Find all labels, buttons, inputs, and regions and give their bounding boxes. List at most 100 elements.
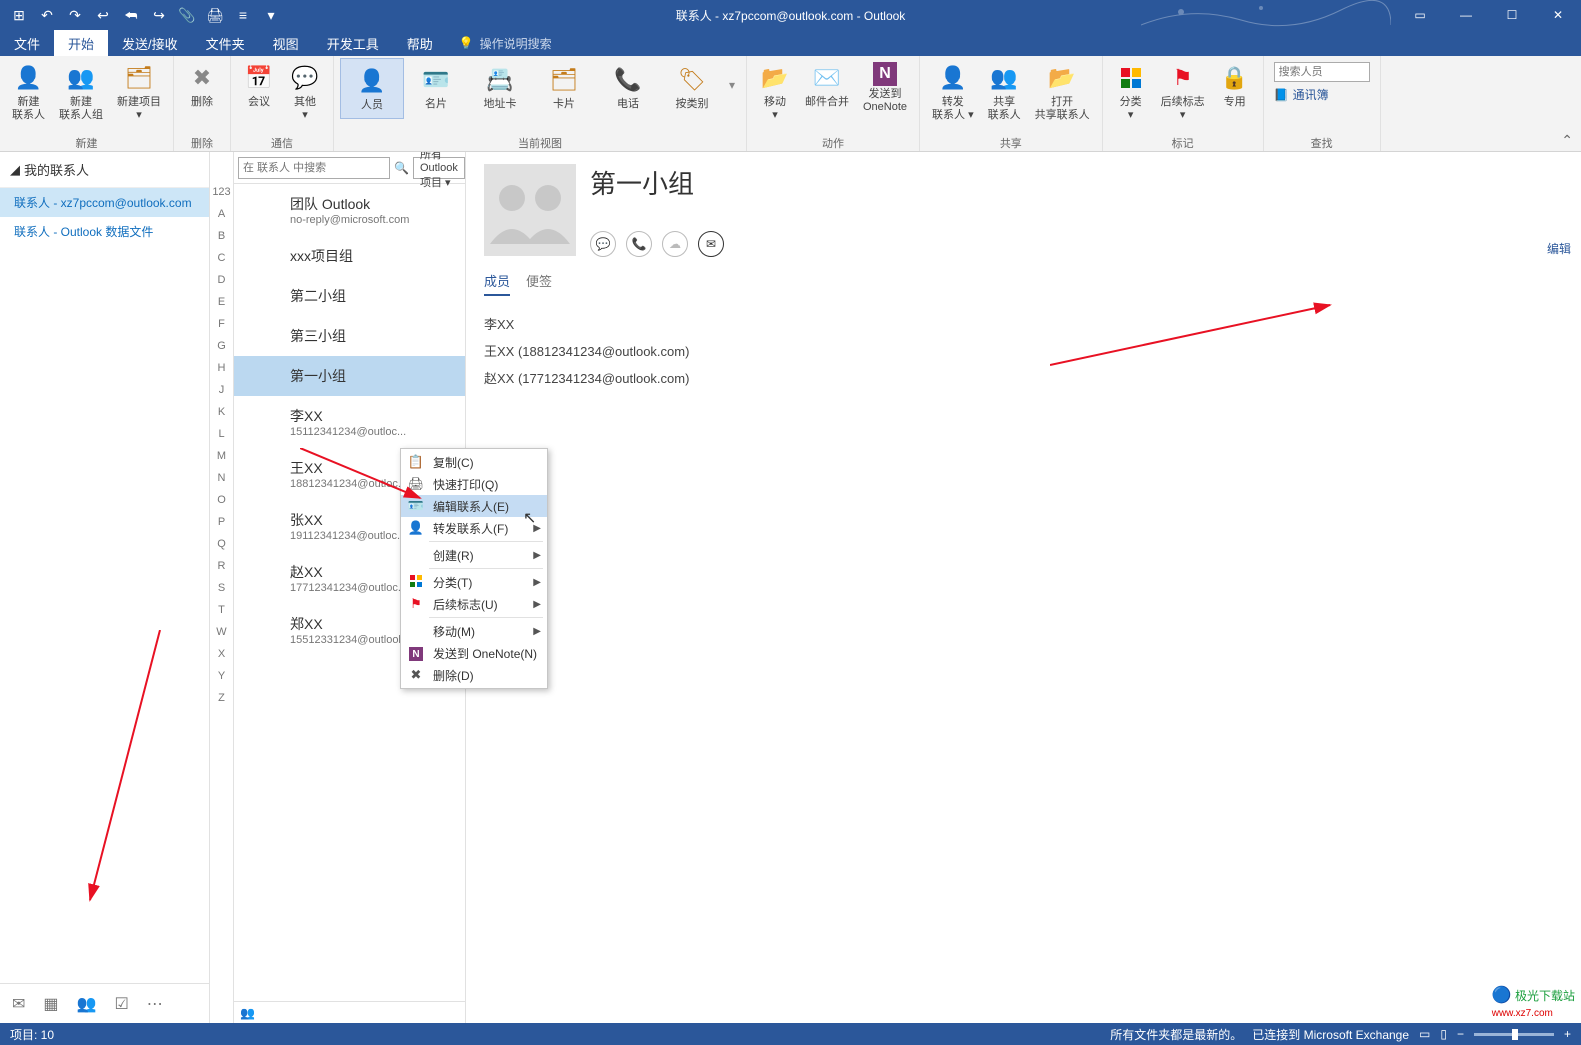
alpha-J[interactable]: J [210,384,233,406]
new-item-button[interactable]: 🗂新建项目 ▾ [111,58,167,125]
search-scope-button[interactable]: 所有 Outlook 项目 ▾ [413,157,465,179]
menu-item[interactable]: 创建(R)▶ [401,544,547,566]
qat-more-icon[interactable]: ▾ [258,2,284,28]
contact-list-item[interactable]: 第三小组 [234,316,465,356]
alpha-T[interactable]: T [210,604,233,626]
more-nav-icon[interactable]: ⋯ [147,994,163,1014]
alpha-H[interactable]: H [210,362,233,384]
qat-forward-icon[interactable]: ↪ [146,2,172,28]
qat-window-icon[interactable]: ⊞ [6,2,32,28]
view-people-button[interactable]: 👤人员 [340,58,404,119]
alpha-N[interactable]: N [210,472,233,494]
contact-list-item[interactable]: 第一小组 [234,356,465,396]
qat-redo-icon[interactable]: ↷ [62,2,88,28]
other-button[interactable]: 💬其他 ▾ [283,58,327,125]
view-card-button[interactable]: 🪪名片 [404,58,468,117]
minimize-button[interactable]: — [1443,0,1489,30]
view-category-button[interactable]: 🏷按类别 [660,58,724,117]
contact-list-item[interactable]: 团队 Outlookno-reply@microsoft.com [234,184,465,236]
open-shared-button[interactable]: 📂打开 共享联系人 [1029,58,1096,125]
alpha-123[interactable]: 123 [210,186,233,208]
onenote-button[interactable]: N发送到 OneNote [857,58,913,117]
tab-file[interactable]: 文件 [0,30,54,56]
qat-reply-icon[interactable]: ↩ [90,2,116,28]
meeting-button[interactable]: 📅会议 [237,58,281,113]
people-nav-icon[interactable]: 👥 [77,994,97,1014]
followup-button[interactable]: ⚑后续标志 ▾ [1155,58,1211,125]
forward-contact-button[interactable]: 👤转发 联系人 ▾ [926,58,980,125]
address-book-button[interactable]: 📘通讯簿 [1274,86,1370,103]
zoom-slider[interactable] [1474,1033,1554,1036]
tab-sendreceive[interactable]: 发送/接收 [108,30,192,56]
alpha-G[interactable]: G [210,340,233,362]
view-phone-button[interactable]: 📞电话 [596,58,660,117]
chat-icon[interactable]: 💬 [590,231,616,257]
video-icon[interactable]: ☁ [662,231,688,257]
close-button[interactable]: ✕ [1535,0,1581,30]
menu-item[interactable]: 🖨快速打印(Q) [401,473,547,495]
categorize-button[interactable]: 分类 ▾ [1109,58,1153,125]
edit-link[interactable]: 编辑 [1547,240,1571,257]
menu-item[interactable]: ⚑后续标志(U)▶ [401,593,547,615]
view-reading-icon[interactable]: ▯ [1440,1027,1447,1041]
tab-view[interactable]: 视图 [259,30,313,56]
tab-help[interactable]: 帮助 [393,30,447,56]
alpha-R[interactable]: R [210,560,233,582]
email-icon[interactable]: ✉ [698,231,724,257]
alpha-F[interactable]: F [210,318,233,340]
search-icon[interactable]: 🔍 [394,161,409,175]
tell-me-search[interactable]: 💡操作说明搜索 [447,30,564,56]
alpha-X[interactable]: X [210,648,233,670]
menu-item[interactable]: 📋复制(C) [401,451,547,473]
view-address-button[interactable]: 📇地址卡 [468,58,532,117]
contact-list-item[interactable]: 第二小组 [234,276,465,316]
tab-folder[interactable]: 文件夹 [192,30,259,56]
alpha-K[interactable]: K [210,406,233,428]
calendar-nav-icon[interactable]: ▦ [43,994,58,1014]
mail-merge-button[interactable]: ✉️邮件合并 [799,58,855,113]
alpha-C[interactable]: C [210,252,233,274]
new-contact-group-button[interactable]: 👥新建 联系人组 [53,58,109,125]
alpha-Y[interactable]: Y [210,670,233,692]
alpha-E[interactable]: E [210,296,233,318]
tab-notes[interactable]: 便签 [526,271,552,296]
qat-attach-icon[interactable]: 📎 [174,2,200,28]
search-people-input[interactable] [1274,62,1370,82]
maximize-button[interactable]: ☐ [1489,0,1535,30]
tab-devtools[interactable]: 开发工具 [313,30,393,56]
view-gallery-more[interactable]: ▾ [724,58,740,112]
view-normal-icon[interactable]: ▭ [1419,1027,1430,1041]
nav-item-account-contacts[interactable]: 联系人 - xz7pccom@outlook.com [0,188,209,217]
menu-item[interactable]: ✖删除(D) [401,664,547,686]
share-contacts-button[interactable]: 👥共享 联系人 [982,58,1027,125]
menu-item[interactable]: 分类(T)▶ [401,571,547,593]
alpha-A[interactable]: A [210,208,233,230]
call-icon[interactable]: 📞 [626,231,652,257]
qat-reply-all-icon[interactable]: ⮪ [118,2,144,28]
alpha-O[interactable]: O [210,494,233,516]
alpha-M[interactable]: M [210,450,233,472]
nav-item-datafile-contacts[interactable]: 联系人 - Outlook 数据文件 [0,217,209,246]
new-contact-button[interactable]: 👤新建 联系人 [6,58,51,125]
alpha-Q[interactable]: Q [210,538,233,560]
qat-rules-icon[interactable]: ≡ [230,2,256,28]
alpha-B[interactable]: B [210,230,233,252]
tab-members[interactable]: 成员 [484,271,510,296]
alpha-Z[interactable]: Z [210,692,233,714]
contact-list-item[interactable]: xxx项目组 [234,236,465,276]
nav-section-header[interactable]: ◢我的联系人 [0,152,209,188]
ribbon-options-icon[interactable]: ▭ [1397,0,1443,30]
contact-list-item[interactable]: 李XX15112341234@outloc... [234,396,465,448]
view-cards-button[interactable]: 🗂卡片 [532,58,596,117]
qat-undo-icon[interactable]: ↶ [34,2,60,28]
alpha-L[interactable]: L [210,428,233,450]
alpha-W[interactable]: W [210,626,233,648]
alpha-P[interactable]: P [210,516,233,538]
tasks-nav-icon[interactable]: ☑ [114,994,128,1014]
alpha-S[interactable]: S [210,582,233,604]
tab-home[interactable]: 开始 [54,30,108,56]
zoom-out-icon[interactable]: − [1457,1027,1464,1041]
qat-print-icon[interactable]: 🖨 [202,2,228,28]
menu-item[interactable]: 移动(M)▶ [401,620,547,642]
mail-nav-icon[interactable]: ✉ [12,994,25,1014]
